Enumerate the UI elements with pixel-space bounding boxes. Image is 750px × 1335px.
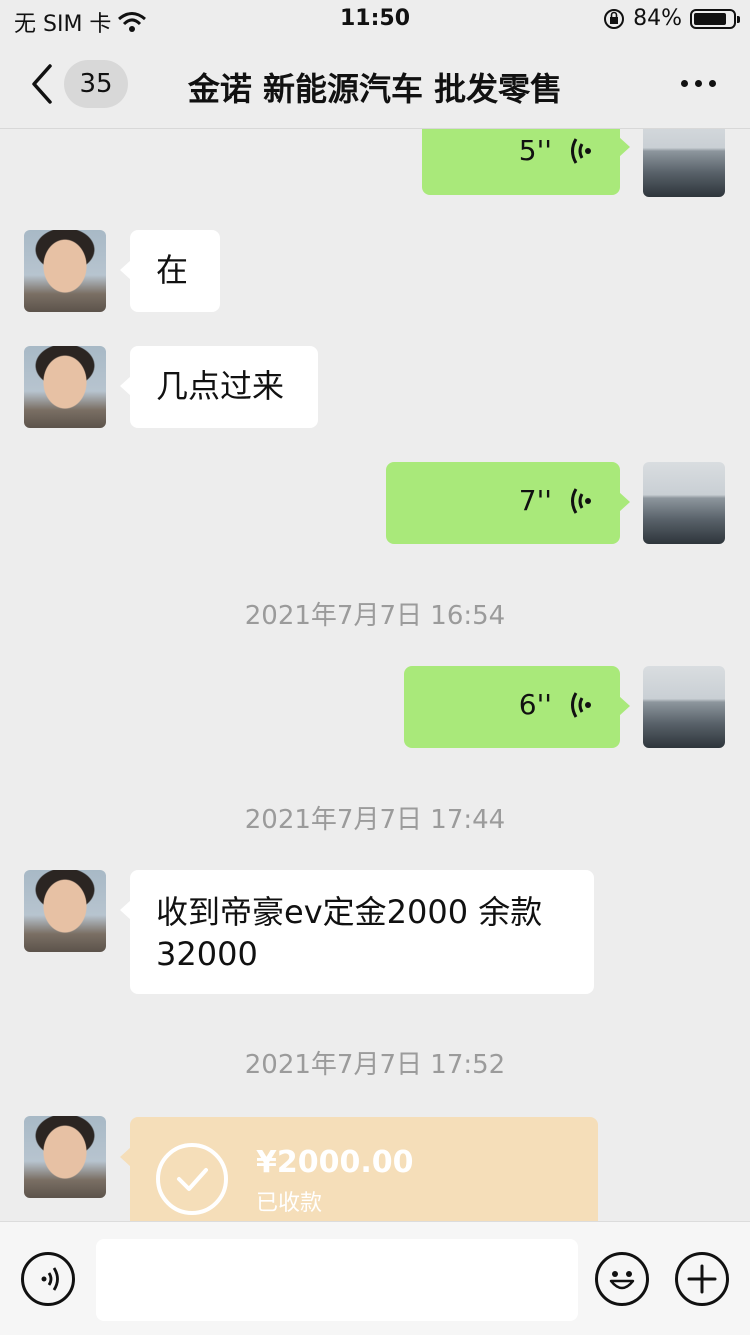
voice-message-bubble[interactable]: 5'' (422, 129, 630, 195)
message-text: 收到帝豪ev定金2000 余款32000 (156, 893, 543, 973)
contact-avatar[interactable] (24, 230, 106, 312)
transfer-status-circle (156, 1143, 228, 1215)
more-dots-icon (681, 80, 688, 87)
check-icon (177, 1168, 208, 1191)
voice-message-bubble[interactable]: 6'' (404, 666, 630, 748)
transfer-amount: ¥2000.00 (256, 1145, 414, 1180)
message-timestamp: 2021年7月7日 16:54 (244, 601, 506, 631)
chat-input-bar (0, 1221, 750, 1335)
contact-avatar[interactable] (24, 870, 106, 952)
chat-header: 35 金诺 新能源汽车 批发零售 (0, 40, 750, 129)
voice-duration: 5'' (518, 134, 552, 167)
voice-message-bubble[interactable]: 7'' (386, 462, 630, 544)
my-avatar[interactable] (643, 129, 725, 197)
my-avatar[interactable] (643, 666, 725, 748)
plus-icon (687, 1264, 717, 1294)
message-text: 在 (156, 251, 189, 289)
battery-percent: 84% (633, 6, 682, 31)
voice-duration: 7'' (518, 484, 552, 517)
more-button[interactable] (681, 80, 716, 87)
message-input[interactable] (96, 1239, 578, 1321)
voice-wave-icon (571, 692, 591, 718)
transfer-status: 已收款 (256, 1191, 323, 1216)
orientation-lock-icon (604, 8, 625, 29)
emoji-button[interactable] (595, 1252, 649, 1306)
contact-avatar[interactable] (24, 1116, 106, 1198)
transfer-message-card[interactable]: ¥2000.00 已收款 (120, 1117, 598, 1221)
chat-message-list[interactable]: 5'' 在 几点过来 7'' 2021年7月7日 16:54 6'' 2021年… (0, 129, 750, 1221)
battery-icon (690, 8, 740, 29)
message-timestamp: 2021年7月7日 17:44 (244, 805, 506, 835)
emoji-icon (609, 1271, 635, 1290)
voice-wave-icon (571, 138, 591, 164)
my-avatar[interactable] (643, 462, 725, 544)
voice-input-button[interactable] (21, 1252, 75, 1306)
text-message-bubble[interactable]: 几点过来 (120, 346, 318, 428)
contact-avatar[interactable] (24, 346, 106, 428)
message-timestamp: 2021年7月7日 17:52 (244, 1050, 506, 1080)
voice-input-icon (41, 1267, 59, 1291)
text-message-bubble[interactable]: 收到帝豪ev定金2000 余款32000 (120, 870, 594, 994)
chat-title: 金诺 新能源汽车 批发零售 (187, 70, 563, 108)
voice-duration: 6'' (518, 688, 552, 721)
more-functions-button[interactable] (675, 1252, 729, 1306)
status-bar: 无 SIM 卡 11:50 84% (0, 0, 750, 40)
text-message-bubble[interactable]: 在 (120, 230, 220, 312)
message-text: 几点过来 (156, 367, 285, 405)
voice-wave-icon (571, 488, 591, 514)
